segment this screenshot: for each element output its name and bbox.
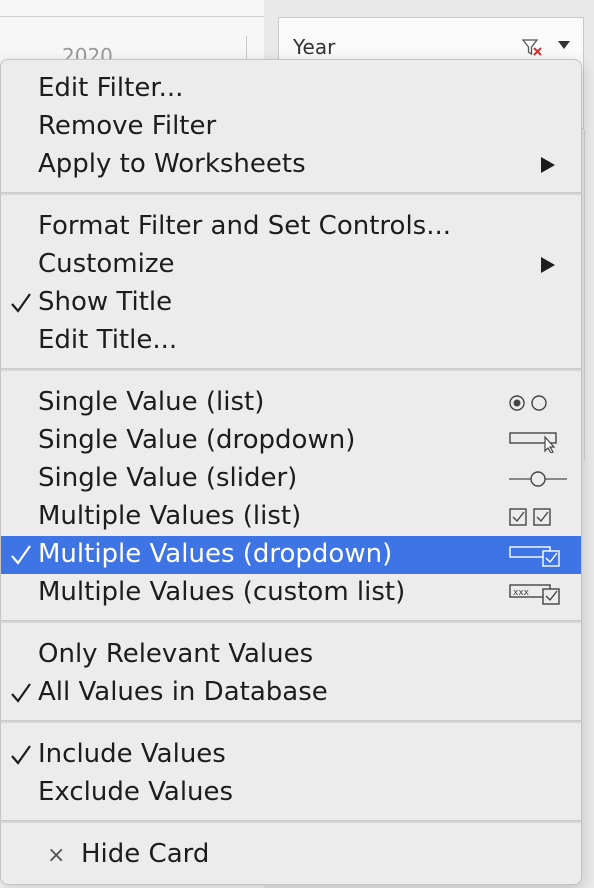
- menu-item-single-value-list[interactable]: Single Value (list): [1, 384, 581, 422]
- filter-context-menu: Edit Filter... Remove Filter Apply to Wo…: [0, 59, 582, 885]
- checkmark-icon: [5, 736, 37, 774]
- menu-item-multiple-values-custom-list[interactable]: Multiple Values (custom list) xxx: [1, 574, 581, 612]
- menu-item-single-value-slider[interactable]: Single Value (slider): [1, 460, 581, 498]
- close-icon: ×: [47, 842, 66, 868]
- menu-item-format-filter[interactable]: Format Filter and Set Controls...: [1, 208, 581, 246]
- menu-item-only-relevant-values[interactable]: Only Relevant Values: [1, 636, 581, 674]
- submenu-arrow-icon: [541, 146, 555, 184]
- menu-separator: [1, 368, 581, 371]
- menu-separator: [1, 192, 581, 195]
- menu-item-remove-filter[interactable]: Remove Filter: [1, 108, 581, 146]
- menu-item-exclude-values[interactable]: Exclude Values: [1, 774, 581, 812]
- menu-item-multiple-values-list[interactable]: Multiple Values (list): [1, 498, 581, 536]
- menu-item-single-value-dropdown[interactable]: Single Value (dropdown): [1, 422, 581, 460]
- svg-text:xxx: xxx: [513, 588, 530, 598]
- checkmark-icon: [5, 284, 37, 322]
- menu-item-multiple-values-dropdown[interactable]: Multiple Values (dropdown): [1, 536, 581, 574]
- checkmark-icon: [5, 536, 37, 574]
- chevron-down-icon: [558, 41, 570, 49]
- menu-item-edit-filter[interactable]: Edit Filter...: [1, 70, 581, 108]
- menu-item-edit-title[interactable]: Edit Title...: [1, 322, 581, 360]
- checkmark-icon: [5, 674, 37, 712]
- checkbox-list-icon: [509, 498, 553, 536]
- menu-separator: [1, 620, 581, 623]
- submenu-arrow-icon: [541, 246, 555, 284]
- menu-item-show-title[interactable]: Show Title: [1, 284, 581, 322]
- panel-border: [0, 16, 264, 17]
- menu-item-hide-card[interactable]: × Hide Card: [1, 836, 581, 874]
- filter-card-title: Year: [293, 35, 336, 59]
- menu-item-customize[interactable]: Customize: [1, 246, 581, 284]
- dropdown-cursor-icon: [509, 422, 559, 460]
- menu-item-include-values[interactable]: Include Values: [1, 736, 581, 774]
- shelf-divider: [584, 130, 585, 460]
- custom-list-icon: xxx: [509, 574, 561, 612]
- menu-separator: [1, 820, 581, 823]
- menu-item-apply-to-worksheets[interactable]: Apply to Worksheets: [1, 146, 581, 184]
- radio-list-icon: [509, 384, 551, 422]
- menu-separator: [1, 720, 581, 723]
- menu-item-all-values-in-database[interactable]: All Values in Database: [1, 674, 581, 712]
- filter-menu-dropdown-button[interactable]: [551, 34, 577, 56]
- dropdown-checkbox-icon: [509, 536, 561, 574]
- slider-icon: [509, 460, 567, 498]
